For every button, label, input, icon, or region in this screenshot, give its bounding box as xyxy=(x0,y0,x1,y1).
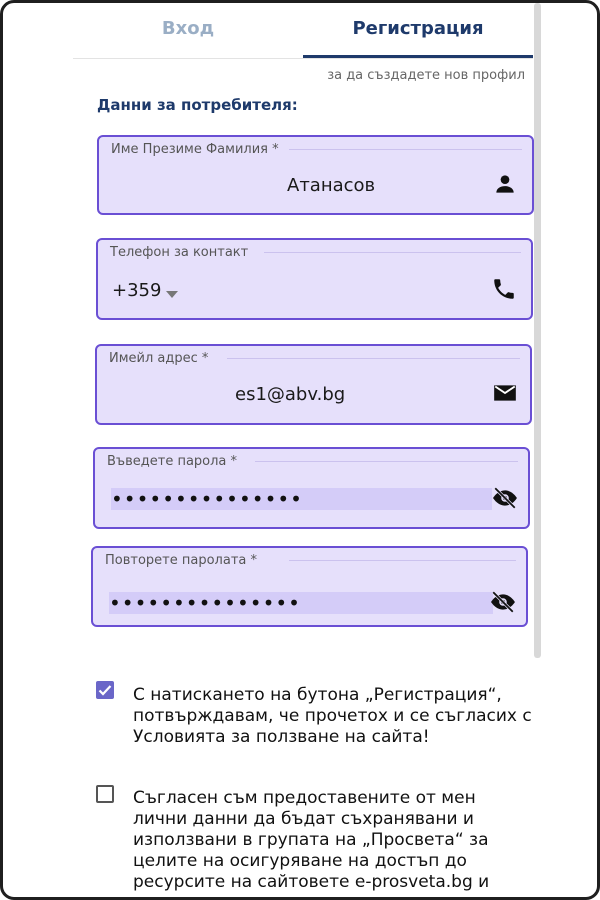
password-field-label: Въведете парола * xyxy=(107,454,238,469)
field-outline xyxy=(227,358,520,359)
password-repeat-field[interactable]: Повторете паролата * ••••••••••••••• xyxy=(91,546,528,627)
password-field-value: ••••••••••••••• xyxy=(111,487,303,511)
visibility-off-icon[interactable] xyxy=(492,485,518,511)
mail-icon xyxy=(492,380,518,406)
visibility-off-icon[interactable] xyxy=(490,589,516,615)
email-field-label: Имейл адрес * xyxy=(109,351,209,366)
scrollbar[interactable] xyxy=(534,3,541,658)
chevron-down-icon[interactable] xyxy=(166,284,178,303)
registration-screen: Вход Регистрация за да създадете нов про… xyxy=(0,0,600,900)
tab-subtitle: за да създадете нов профил xyxy=(327,68,525,83)
field-outline xyxy=(289,149,522,150)
data-consent-checkbox-label: Съгласен съм предоставените от мен лични… xyxy=(133,788,490,892)
password-repeat-field-label: Повторете паролата * xyxy=(105,553,257,568)
tab-register[interactable]: Регистрация xyxy=(303,3,533,58)
terms-checkbox[interactable] xyxy=(96,681,114,699)
person-icon xyxy=(492,171,518,197)
check-icon xyxy=(98,685,112,696)
name-field-value: Атанасов xyxy=(287,175,376,196)
field-outline xyxy=(255,461,518,462)
password-repeat-field-value: ••••••••••••••• xyxy=(109,591,301,615)
email-field[interactable]: Имейл адрес * es1@abv.bg xyxy=(95,344,532,425)
terms-checkbox-label: С натискането на бутона „Регистрация“, п… xyxy=(133,685,532,747)
country-code-value[interactable]: +359 xyxy=(112,280,161,301)
tab-login[interactable]: Вход xyxy=(73,3,303,58)
field-outline xyxy=(289,560,516,561)
phone-field[interactable]: Телефон за контакт +359 xyxy=(96,238,533,320)
data-consent-checkbox[interactable] xyxy=(96,785,114,803)
field-outline xyxy=(264,252,521,253)
email-field-value: es1@abv.bg xyxy=(235,384,346,405)
auth-tabs: Вход Регистрация xyxy=(73,3,533,59)
phone-field-label: Телефон за контакт xyxy=(110,245,249,260)
section-title: Данни за потребителя: xyxy=(97,96,298,114)
name-field[interactable]: Име Презиме Фамилия * Атанасов xyxy=(97,135,534,215)
password-field[interactable]: Въведете парола * ••••••••••••••• xyxy=(93,447,530,529)
phone-icon xyxy=(491,276,517,302)
name-field-label: Име Презиме Фамилия * xyxy=(111,142,279,157)
